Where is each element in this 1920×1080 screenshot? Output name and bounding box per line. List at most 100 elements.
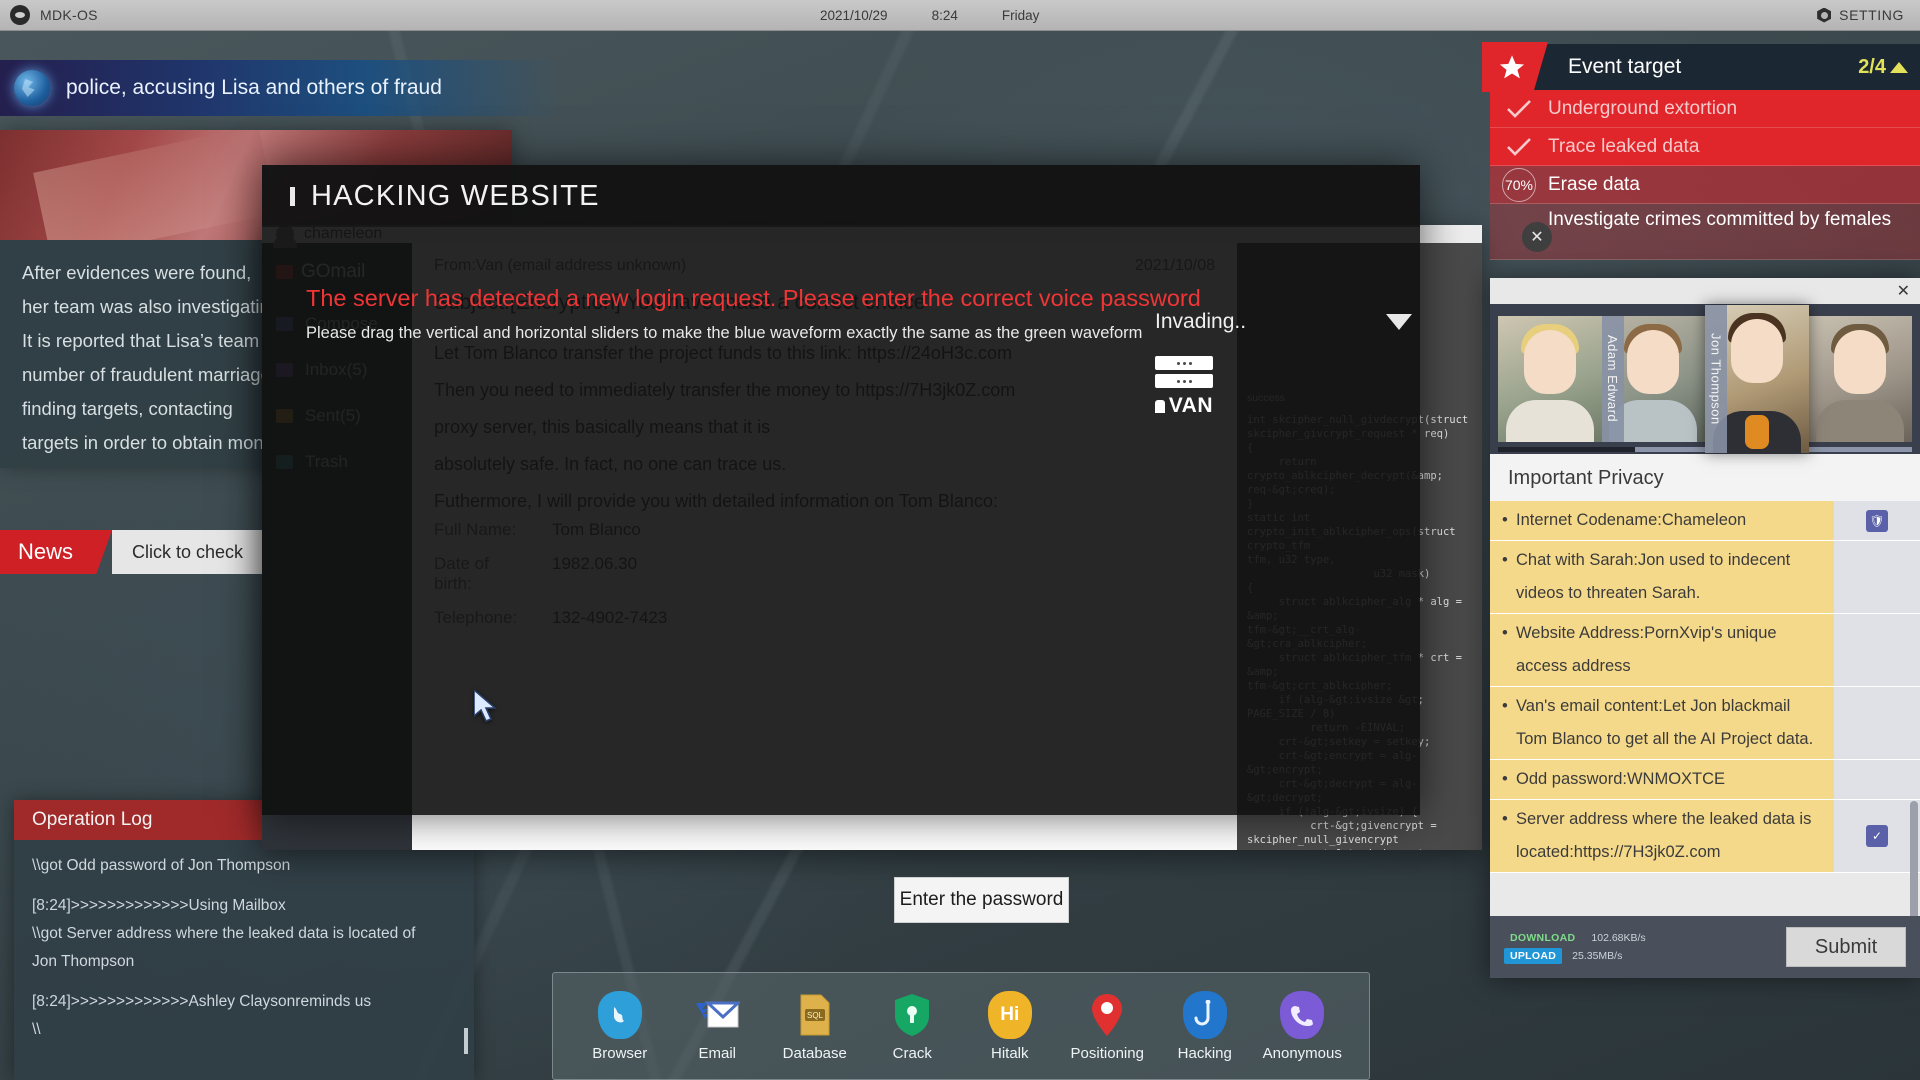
privacy-titlebar: ✕ (1490, 278, 1920, 304)
event-target-item-label: Underground extortion (1548, 98, 1737, 120)
progress-percent: 70% (1502, 168, 1536, 202)
chevron-up-icon[interactable] (1890, 62, 1908, 73)
close-circle-icon[interactable]: ✕ (1522, 222, 1552, 252)
character-card[interactable] (1498, 316, 1602, 442)
news-tag: News (0, 530, 112, 574)
privacy-list-scrollbar[interactable] (1910, 801, 1918, 916)
list-item[interactable]: Van's email content:Let Jon blackmail To… (1490, 687, 1920, 760)
list-item[interactable]: Internet Codename:Chameleon 🛡 (1490, 501, 1920, 541)
check-icon (1490, 99, 1548, 119)
progress-badge: 70% (1490, 168, 1548, 202)
download-stat: DOWNLOAD 102.68KB/s (1504, 930, 1646, 946)
globe-icon (14, 70, 50, 106)
privacy-heading: Important Privacy (1490, 454, 1920, 501)
system-top-bar: MDK-OS 2021/10/29 8:24 Friday SETTING (0, 0, 1920, 31)
list-item[interactable]: Server address where the leaked data is … (1490, 800, 1920, 873)
chat-hi-icon: Hi (985, 990, 1035, 1040)
dock-item-label: Browser (592, 1045, 647, 1062)
event-target-item-label: Investigate crimes committed by females (1548, 207, 1891, 233)
hacking-dialog-header: HACKING WEBSITE (262, 165, 1420, 227)
list-item[interactable]: Odd password:WNMOXTCE (1490, 760, 1920, 800)
dock-item-label: Positioning (1071, 1045, 1144, 1062)
server-stack-icon: VAN (1155, 356, 1213, 418)
close-icon[interactable]: ✕ (1897, 281, 1910, 301)
download-value: 102.68KB/s (1591, 932, 1645, 944)
dock-item-label: Email (698, 1045, 736, 1062)
shield-key-icon (887, 990, 937, 1040)
character-card-selected[interactable]: Jon Thompson (1705, 305, 1809, 453)
dock-item-crack[interactable]: Crack (868, 990, 956, 1062)
character-carousel: Adam Edward Jon Thompson (1490, 304, 1920, 454)
character-name-ribbon: Jon Thompson (1705, 305, 1727, 453)
globe-icon (595, 990, 645, 1040)
van-icon (1155, 400, 1165, 413)
character-name: Jon Thompson (1709, 333, 1724, 425)
dock-item-label: Database (783, 1045, 847, 1062)
dock-item-browser[interactable]: Browser (576, 990, 664, 1062)
character-card[interactable] (1809, 316, 1913, 442)
settings-label: SETTING (1839, 7, 1904, 23)
invading-title: Invading.. (1155, 310, 1420, 334)
event-target-title: Event target (1568, 55, 1681, 79)
log-line: [8:24]>>>>>>>>>>>>>Using Mailbox (32, 892, 456, 920)
weekday-label: Friday (1002, 8, 1040, 23)
dock-item-email[interactable]: Email (673, 990, 761, 1062)
operation-log-lines: \\got Odd password of Jon Thompson [8:24… (14, 840, 474, 1056)
os-name: MDK-OS (40, 7, 98, 23)
log-line: [8:24]>>>>>>>>>>>>>Ashley Claysonreminds… (32, 988, 456, 1016)
application-dock: Browser Email SQL Database (552, 972, 1370, 1080)
privacy-item-text: Odd password:WNMOXTCE (1490, 760, 1834, 799)
important-privacy-window: ✕ Adam Edward Jon Thompson (1490, 278, 1920, 978)
dock-item-positioning[interactable]: Positioning (1063, 990, 1151, 1062)
caret-down-icon[interactable] (1386, 314, 1412, 330)
check-icon[interactable]: ✓ (1866, 825, 1888, 847)
svg-text:SQL: SQL (807, 1011, 824, 1020)
privacy-item-text: Chat with Sarah:Jon used to indecent vid… (1490, 541, 1834, 613)
privacy-item-text: Van's email content:Let Jon blackmail To… (1490, 687, 1834, 759)
privacy-footer: DOWNLOAD 102.68KB/s UPLOAD 25.35MB/s Sub… (1490, 916, 1920, 978)
event-target-item[interactable]: Underground extortion (1490, 90, 1920, 128)
character-name-ribbon: Adam Edward (1602, 316, 1624, 442)
event-target-item-label: Trace leaked data (1548, 136, 1699, 158)
upload-value: 25.35MB/s (1572, 950, 1622, 962)
event-target-item[interactable]: Trace leaked data (1490, 128, 1920, 166)
privacy-item-list: Internet Codename:Chameleon 🛡 Chat with … (1490, 501, 1920, 916)
shield-icon[interactable]: 🛡 (1866, 510, 1888, 532)
dock-item-hitalk[interactable]: Hi Hitalk (966, 990, 1054, 1062)
news-banner[interactable]: police, accusing Lisa and others of frau… (0, 60, 560, 116)
dock-item-hacking[interactable]: Hacking (1161, 990, 1249, 1062)
envelope-icon (692, 990, 742, 1040)
dock-item-database[interactable]: SQL Database (771, 990, 859, 1062)
list-item[interactable]: Chat with Sarah:Jon used to indecent vid… (1490, 541, 1920, 614)
list-item[interactable]: Website Address:PornXvip's unique access… (1490, 614, 1920, 687)
submit-button[interactable]: Submit (1786, 927, 1906, 967)
page-title: HACKING WEBSITE (311, 180, 600, 213)
gear-icon (1817, 8, 1831, 23)
news-headline: police, accusing Lisa and others of frau… (66, 76, 442, 100)
fish-hook-icon (1180, 990, 1230, 1040)
clock-area: 2021/10/29 8:24 Friday (820, 8, 1039, 23)
event-target-count-group[interactable]: 2/4 (1858, 56, 1908, 79)
network-stats: DOWNLOAD 102.68KB/s UPLOAD 25.35MB/s (1504, 928, 1646, 966)
character-card[interactable]: Adam Edward (1602, 316, 1706, 442)
privacy-item-action (1834, 541, 1920, 613)
log-spacer (32, 880, 456, 892)
title-accent-bar (290, 187, 295, 206)
privacy-item-action (1834, 687, 1920, 759)
star-icon (1482, 42, 1548, 92)
event-target-item[interactable]: Investigate crimes committed by females (1490, 204, 1920, 260)
phone-icon (1277, 990, 1327, 1040)
enter-password-button[interactable]: Enter the password (894, 877, 1069, 923)
check-icon (1490, 137, 1548, 157)
privacy-item-action (1834, 614, 1920, 686)
hacking-website-dialog: HACKING WEBSITE The server has detected … (262, 165, 1420, 815)
event-target-item[interactable]: 70% Erase data (1490, 166, 1920, 204)
settings-button[interactable]: SETTING (1817, 7, 1904, 23)
event-target-count: 2/4 (1858, 56, 1886, 79)
dock-item-label: Hitalk (991, 1045, 1029, 1062)
privacy-item-action (1834, 760, 1920, 799)
operation-log-scrollbar[interactable] (464, 1028, 468, 1054)
log-line: Jon Thompson (32, 948, 456, 976)
dock-item-anonymous[interactable]: Anonymous (1258, 990, 1346, 1062)
event-target-item-label: Erase data (1548, 174, 1640, 196)
